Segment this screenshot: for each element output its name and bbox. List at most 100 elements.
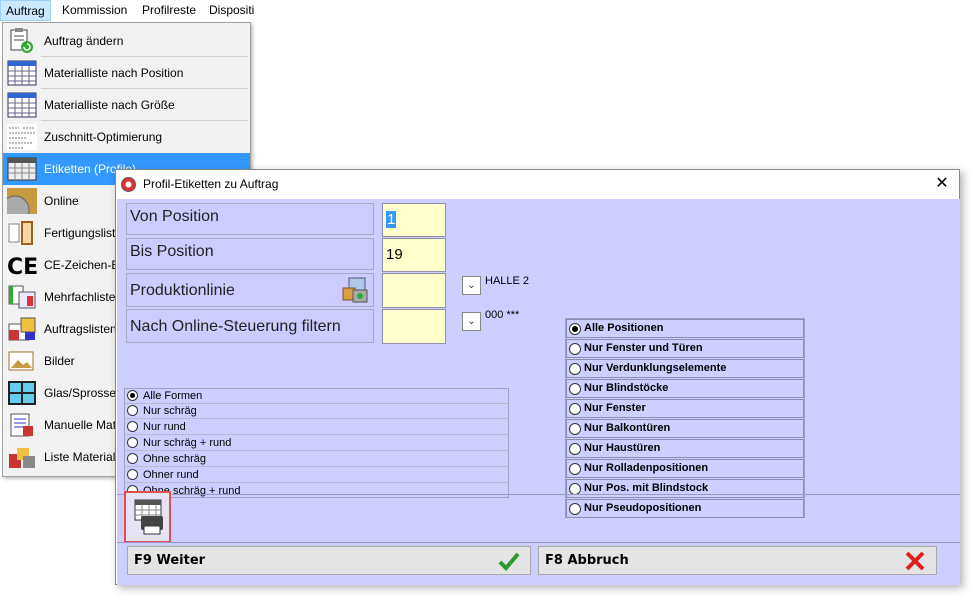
menu-item-label: Materialliste nach Position bbox=[44, 66, 184, 80]
profil-etiketten-dialog: Profil-Etiketten zu Auftrag ✕ Von Positi… bbox=[115, 169, 960, 585]
radio-label: Nur Blindstöcke bbox=[584, 382, 669, 394]
radio-label: Nur Rolladenpositionen bbox=[584, 462, 709, 474]
bis-position-input[interactable]: 19 bbox=[382, 238, 446, 272]
radio-label: Ohne schräg bbox=[143, 453, 206, 465]
dialog-client-area: Von Position 1 Bis Position 19 Produktio… bbox=[117, 199, 960, 585]
radio-button[interactable] bbox=[569, 443, 581, 455]
menu-item-label: Auftragslisten bbox=[44, 322, 117, 336]
produktionlinie-input[interactable] bbox=[382, 273, 446, 308]
radio-nur-rolladenpositionen[interactable]: Nur Rolladenpositionen bbox=[566, 459, 804, 478]
menu-item-auftrag-aendern[interactable]: Auftrag ändern bbox=[3, 25, 250, 57]
radio-button[interactable] bbox=[569, 323, 581, 335]
radio-button[interactable] bbox=[569, 343, 581, 355]
radio-button[interactable] bbox=[569, 403, 581, 415]
production-line-icon[interactable] bbox=[341, 276, 369, 304]
close-icon[interactable]: ✕ bbox=[934, 176, 950, 192]
radio-button[interactable] bbox=[127, 405, 138, 416]
von-position-input[interactable]: 1 bbox=[382, 203, 446, 237]
weiter-button-label: F9 Weiter bbox=[134, 553, 206, 568]
menu-item-label: Online bbox=[44, 194, 79, 208]
menu-item-label: Glas/Sprosser bbox=[44, 386, 121, 400]
menu-auftrag[interactable]: Auftrag bbox=[0, 0, 51, 21]
radio-nur-pos-mit-blindstock[interactable]: Nur Pos. mit Blindstock bbox=[566, 479, 804, 498]
radio-ohne-schraeg-rund[interactable]: Ohne schräg + rund bbox=[125, 484, 508, 499]
online-steuerung-value: 000 *** bbox=[485, 309, 520, 321]
radio-nur-fenster-tueren[interactable]: Nur Fenster und Türen bbox=[566, 339, 804, 358]
positions-radio-group: Alle Positionen Nur Fenster und Türen Nu… bbox=[565, 318, 805, 518]
radio-nur-schraeg-rund[interactable]: Nur schräg + rund bbox=[125, 436, 508, 451]
radio-button[interactable] bbox=[127, 437, 138, 448]
weiter-button[interactable]: F9 Weiter bbox=[127, 546, 531, 575]
table-icon bbox=[7, 60, 37, 86]
online-steuerung-dropdown-button[interactable]: ⌄ bbox=[462, 312, 481, 331]
menu-item-materialliste-position[interactable]: Materialliste nach Position bbox=[3, 57, 250, 89]
radio-button[interactable] bbox=[569, 503, 581, 515]
radio-nur-fenster[interactable]: Nur Fenster bbox=[566, 399, 804, 418]
radio-label: Nur rund bbox=[143, 421, 186, 433]
menu-item-label: Zuschnitt-Optimierung bbox=[44, 130, 163, 144]
radio-nur-rund[interactable]: Nur rund bbox=[125, 420, 508, 435]
labels-icon bbox=[7, 157, 37, 181]
chevron-down-icon: ⌄ bbox=[467, 280, 476, 291]
printer-icon bbox=[134, 499, 163, 535]
radio-alle-formen[interactable]: Alle Formen bbox=[125, 389, 508, 404]
manual-material-icon bbox=[10, 413, 33, 437]
multi-list-icon bbox=[8, 285, 36, 309]
menu-item-label: Liste Material bbox=[44, 450, 116, 464]
menu-item-label: Auftrag ändern bbox=[44, 34, 124, 48]
menu-disposition[interactable]: Dispositi bbox=[204, 0, 259, 21]
saw-blade-icon bbox=[7, 188, 37, 214]
von-position-value: 1 bbox=[386, 211, 397, 228]
menu-item-label: Materialliste nach Größe bbox=[44, 98, 175, 112]
online-steuerung-label: Nach Online-Steuerung filtern bbox=[126, 309, 374, 343]
menu-bar: Auftrag Kommission Profilreste Dispositi bbox=[0, 0, 979, 22]
menu-item-label: Mehrfachliste bbox=[44, 290, 116, 304]
svg-text:CE: CE bbox=[7, 255, 37, 278]
radio-ohne-rund[interactable]: Ohner rund bbox=[125, 468, 508, 483]
radio-nur-verdunklungselemente[interactable]: Nur Verdunklungselemente bbox=[566, 359, 804, 378]
online-steuerung-input[interactable] bbox=[382, 309, 446, 344]
menu-profilreste[interactable]: Profilreste bbox=[137, 0, 201, 21]
red-x-icon bbox=[905, 551, 925, 571]
material-list-icon bbox=[9, 448, 35, 468]
pictures-icon bbox=[8, 351, 34, 371]
radio-ohne-schraeg[interactable]: Ohne schräg bbox=[125, 452, 508, 467]
abbruch-button[interactable]: F8 Abbruch bbox=[538, 546, 937, 575]
produktionlinie-dropdown-button[interactable]: ⌄ bbox=[462, 276, 481, 295]
chevron-down-icon: ⌄ bbox=[467, 316, 476, 327]
radio-button[interactable] bbox=[127, 390, 138, 401]
divider bbox=[117, 542, 960, 543]
abbruch-button-label: F8 Abbruch bbox=[545, 553, 629, 568]
radio-button[interactable] bbox=[569, 423, 581, 435]
radio-button[interactable] bbox=[127, 469, 138, 480]
von-position-label: Von Position bbox=[126, 203, 374, 235]
print-button[interactable] bbox=[124, 491, 171, 543]
order-lists-icon bbox=[8, 317, 36, 341]
radio-button[interactable] bbox=[569, 363, 581, 375]
menu-kommission[interactable]: Kommission bbox=[57, 0, 132, 21]
radio-button[interactable] bbox=[127, 421, 138, 432]
radio-button[interactable] bbox=[127, 453, 138, 464]
radio-button[interactable] bbox=[569, 463, 581, 475]
bis-position-label: Bis Position bbox=[126, 238, 374, 270]
ce-mark-icon: CE bbox=[7, 255, 37, 278]
radio-nur-blindstoecke[interactable]: Nur Blindstöcke bbox=[566, 379, 804, 398]
radio-alle-positionen[interactable]: Alle Positionen bbox=[566, 319, 804, 338]
menu-item-zuschnitt-optimierung[interactable]: Zuschnitt-Optimierung bbox=[3, 121, 250, 153]
radio-label: Nur Fenster bbox=[584, 402, 646, 414]
checkmark-icon bbox=[498, 552, 520, 571]
divider bbox=[117, 494, 960, 495]
radio-label: Alle Formen bbox=[143, 390, 203, 402]
cutting-list-icon bbox=[7, 124, 37, 150]
glass-muntin-icon bbox=[8, 381, 36, 405]
window-frame-icon bbox=[8, 221, 33, 245]
menu-item-materialliste-groesse[interactable]: Materialliste nach Größe bbox=[3, 89, 250, 121]
radio-nur-haustueren[interactable]: Nur Haustüren bbox=[566, 439, 804, 458]
radio-nur-balkontueren[interactable]: Nur Balkontüren bbox=[566, 419, 804, 438]
radio-label: Nur Fenster und Türen bbox=[584, 342, 703, 354]
dialog-title: Profil-Etiketten zu Auftrag bbox=[143, 177, 279, 191]
radio-nur-pseudopositionen[interactable]: Nur Pseudopositionen bbox=[566, 499, 804, 518]
radio-label: Nur Balkontüren bbox=[584, 422, 671, 434]
radio-nur-schraeg[interactable]: Nur schräg bbox=[125, 404, 508, 419]
radio-button[interactable] bbox=[569, 383, 581, 395]
